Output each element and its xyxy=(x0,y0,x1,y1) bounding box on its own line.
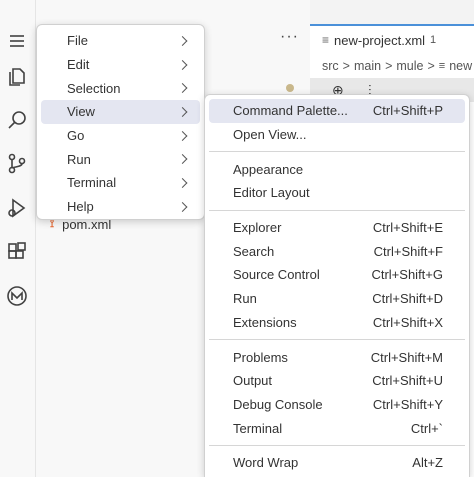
menu-item-label: Terminal xyxy=(67,175,117,191)
search-icon[interactable] xyxy=(4,107,30,133)
run-debug-icon[interactable] xyxy=(4,195,30,221)
menu-item-label: Debug Console xyxy=(233,396,323,412)
view-submenu: Command Palette... Ctrl+Shift+P Open View… xyxy=(204,94,470,477)
menu-item-selection[interactable]: Selection xyxy=(41,76,200,100)
explorer-icon[interactable] xyxy=(4,64,30,90)
menu-separator xyxy=(209,151,465,153)
keyboard-shortcut: Ctrl+Shift+D xyxy=(372,291,443,307)
view-item-run[interactable]: Run Ctrl+Shift+D xyxy=(209,287,465,311)
menu-item-run[interactable]: Run xyxy=(41,147,200,171)
menu-item-label: Help xyxy=(67,199,94,215)
chevron-right-icon xyxy=(177,130,188,141)
breadcrumb-item[interactable]: main xyxy=(354,59,381,73)
menu-item-go[interactable]: Go xyxy=(41,124,200,148)
file-lines-icon: ≡ xyxy=(438,60,446,72)
view-item-source-control[interactable]: Source Control Ctrl+Shift+G xyxy=(209,263,465,287)
view-item-word-wrap[interactable]: Word Wrap Alt+Z xyxy=(209,451,465,475)
keyboard-shortcut: Ctrl+Shift+G xyxy=(371,267,443,283)
view-item-command-palette[interactable]: Command Palette... Ctrl+Shift+P xyxy=(209,99,465,123)
menu-item-label: Selection xyxy=(67,80,121,96)
chevron-right-icon xyxy=(177,35,188,46)
tab-title: new-project.xml xyxy=(334,32,426,48)
menu-item-label: File xyxy=(67,33,88,49)
tab-problem-count: 1 xyxy=(430,34,437,46)
menu-item-label: Search xyxy=(233,243,275,259)
editor-tab[interactable]: ≡ new-project.xml 1 xyxy=(310,24,474,54)
menu-item-label: Command Palette... xyxy=(233,103,348,119)
menu-item-edit[interactable]: Edit xyxy=(41,53,200,77)
view-item-editor-layout[interactable]: Editor Layout xyxy=(209,181,465,205)
tabs-bar xyxy=(310,0,474,24)
breadcrumb-separator: > xyxy=(342,59,350,73)
menu-item-label: View xyxy=(67,104,95,120)
menu-item-label: Problems xyxy=(233,349,288,365)
application-menu: File Edit Selection View Go Run Terminal… xyxy=(36,24,205,220)
keyboard-shortcut: Ctrl+Shift+E xyxy=(372,220,443,236)
menu-item-label: Terminal xyxy=(233,420,283,436)
keyboard-shortcut: Ctrl+Shift+F xyxy=(373,243,443,259)
menu-item-label: Source Control xyxy=(233,267,320,283)
keyboard-shortcut: Ctrl+` xyxy=(410,420,443,436)
menu-icon[interactable] xyxy=(4,28,30,54)
chevron-right-icon xyxy=(177,201,188,212)
menu-separator xyxy=(209,209,465,211)
more-actions-icon[interactable]: ··· xyxy=(280,28,299,46)
menu-item-label: Edit xyxy=(67,57,90,73)
keyboard-shortcut: Ctrl+Shift+Y xyxy=(372,396,443,412)
menu-item-label: Appearance xyxy=(233,161,304,177)
source-control-icon[interactable] xyxy=(4,150,30,176)
menu-item-help[interactable]: Help xyxy=(41,195,200,219)
menu-item-label: Extensions xyxy=(233,314,297,330)
menu-item-label: Run xyxy=(67,151,91,167)
keyboard-shortcut: Ctrl+Shift+X xyxy=(372,314,443,330)
view-item-search[interactable]: Search Ctrl+Shift+F xyxy=(209,239,465,263)
view-item-appearance[interactable]: Appearance xyxy=(209,157,465,181)
menu-item-label: Open View... xyxy=(233,127,307,143)
keyboard-shortcut: Ctrl+Shift+P xyxy=(372,103,443,119)
extensions-icon[interactable] xyxy=(4,239,30,265)
keyboard-shortcut: Alt+Z xyxy=(412,455,443,471)
keyboard-shortcut: Ctrl+Shift+U xyxy=(372,373,443,389)
mule-icon[interactable] xyxy=(4,283,30,309)
menu-item-label: Editor Layout xyxy=(233,185,310,201)
menu-separator xyxy=(209,444,465,446)
view-item-problems[interactable]: Problems Ctrl+Shift+M xyxy=(209,345,465,369)
menu-item-label: Output xyxy=(233,373,273,389)
menu-item-label: Go xyxy=(67,128,85,144)
breadcrumb-item[interactable]: src xyxy=(322,59,339,73)
chevron-right-icon xyxy=(177,178,188,188)
menu-item-label: Run xyxy=(233,291,257,307)
chevron-right-icon xyxy=(177,59,188,70)
menu-separator xyxy=(209,339,465,341)
view-item-debug-console[interactable]: Debug Console Ctrl+Shift+Y xyxy=(209,393,465,417)
breadcrumb-item[interactable]: mule xyxy=(396,59,423,73)
chevron-right-icon xyxy=(177,83,188,94)
menu-item-label: Word Wrap xyxy=(233,455,299,471)
chevron-right-icon xyxy=(177,106,188,117)
view-item-output[interactable]: Output Ctrl+Shift+U xyxy=(209,369,465,393)
menu-item-terminal[interactable]: Terminal xyxy=(41,171,200,195)
breadcrumb: src > main > mule > ≡ new xyxy=(322,56,474,76)
menu-item-label: Explorer xyxy=(233,220,282,236)
view-item-extensions[interactable]: Extensions Ctrl+Shift+X xyxy=(209,311,465,335)
modified-dot-icon xyxy=(286,84,294,92)
activity-bar xyxy=(0,0,36,477)
breadcrumb-item[interactable]: new xyxy=(449,59,472,73)
breadcrumb-separator: > xyxy=(385,59,393,73)
view-item-terminal[interactable]: Terminal Ctrl+` xyxy=(209,416,465,440)
view-item-open-view[interactable]: Open View... xyxy=(209,123,465,147)
file-lines-icon: ≡ xyxy=(322,33,330,47)
chevron-right-icon xyxy=(177,154,188,165)
keyboard-shortcut: Ctrl+Shift+M xyxy=(370,349,443,365)
view-item-explorer[interactable]: Explorer Ctrl+Shift+E xyxy=(209,216,465,240)
menu-item-view[interactable]: View xyxy=(41,100,200,124)
menu-item-file[interactable]: File xyxy=(41,29,200,53)
breadcrumb-separator: > xyxy=(427,59,435,73)
